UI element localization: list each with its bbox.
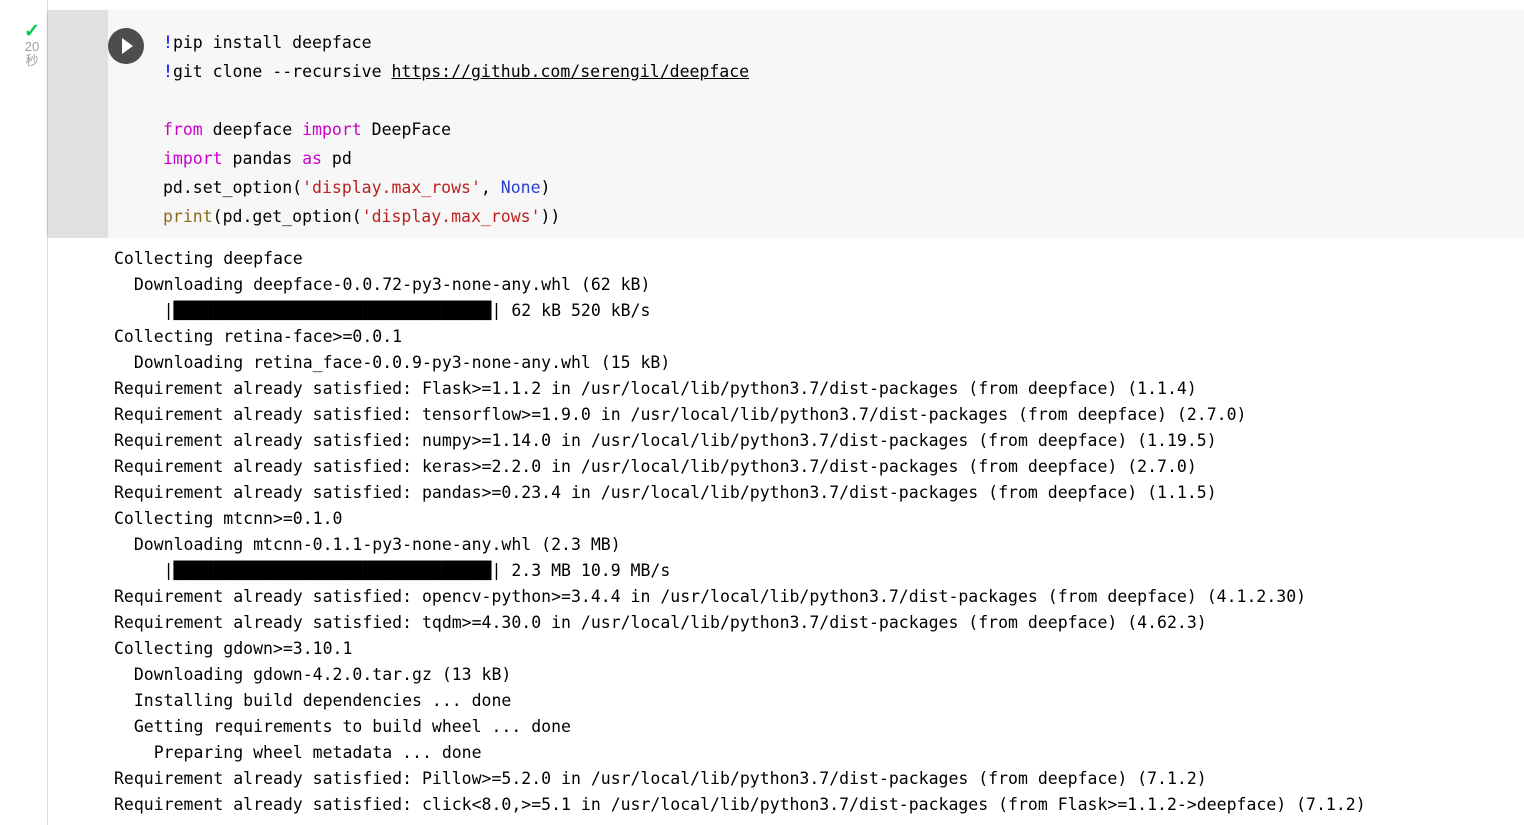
code-cell-gutter [48,10,108,238]
code-token: ! [163,33,173,52]
code-token: 'display.max_rows' [302,178,481,197]
code-token: from [163,120,203,139]
notebook-page: ✓ 20 秒 !pip install deepface !git clone … [0,0,1524,825]
code-token: ! [163,62,173,81]
code-token: https://github.com/serengil/deepface [391,62,750,81]
code-token: 'display.max_rows' [361,207,541,226]
code-editor[interactable]: !pip install deepface !git clone --recur… [108,10,1524,238]
code-token: print [163,207,213,226]
code-token: pd [321,149,352,168]
code-token: git clone --recursive [172,62,392,81]
execution-status: ✓ 20 秒 [18,22,46,67]
code-token: , [480,178,501,197]
execution-elapsed-value: 20 [24,39,40,54]
output-stream-text: Collecting deepface Downloading deepface… [114,249,1366,814]
code-token: DeepFace [361,120,452,139]
code-token: import [302,120,362,139]
cell-output: Collecting deepface Downloading deepface… [48,238,1524,825]
code-token: pip install deepface [172,33,372,52]
code-token: as [302,149,322,168]
code-token: ) [540,178,551,197]
check-icon: ✓ [24,21,40,42]
code-token: )) [540,207,561,226]
code-token: None [500,178,541,197]
code-token: (pd.get_option( [212,207,362,226]
code-token: pd.set_option( [163,178,303,197]
code-cell[interactable]: !pip install deepface !git clone --recur… [48,10,1524,238]
code-token: import [163,149,223,168]
code-token: deepface [202,120,303,139]
code-token: pandas [222,149,303,168]
execution-elapsed-unit: 秒 [25,52,39,68]
code-content[interactable]: !pip install deepface !git clone --recur… [163,28,1524,231]
